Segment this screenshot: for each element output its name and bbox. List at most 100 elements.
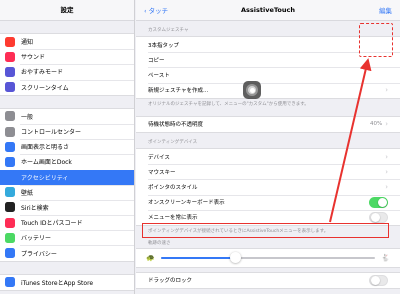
sidebar-item-label: コントロールセンター [21,129,82,137]
sidebar-item-label: アクセシビリティ [21,174,69,182]
switches-icon [5,126,15,137]
fingerprint-icon [5,217,15,228]
sidebar-item-label: スクリーンタイム [21,84,69,92]
turtle-icon: 🐢 [146,253,155,262]
display-icon [5,141,15,152]
devices-row[interactable]: デバイス › [136,149,400,164]
row-label: 待機状態時の不透明度 [148,122,204,129]
rabbit-icon: 🐇 [381,253,390,262]
gesture-paste[interactable]: ペースト [136,67,400,82]
sound-icon [5,51,15,62]
toggle-knob [378,197,387,207]
wallpaper-icon [5,187,15,198]
always-show-menu-toggle[interactable] [369,211,388,223]
moon-icon [5,66,15,77]
sidebar-group-2: 一般コントロールセンター 画面表示と明るさ ホーム画面とDock アクセシビリティ 壁紙… [0,107,134,262]
notification-icon [5,36,15,47]
create-new-gesture-row[interactable]: 新規ジェスチャを作成... › [136,82,400,98]
settings-sidebar: 設定 通知サウンドおやすみモード スクリーンタイム 一般コントロールセンター 画面表… [0,0,135,294]
idle-opacity-value: 40% [369,121,383,128]
sidebar-item[interactable]: 通知 [0,34,134,49]
custom-gestures-footer: オリジナルのジェスチャを記録して、メニューの"カスタム"から使用できます。 [148,101,309,107]
sidebar-item-label: おやすみモード [21,69,64,77]
sidebar-item[interactable]: 画面表示と明るさ [0,139,134,154]
toggle-knob [370,276,380,286]
row-label: ポインタのスタイル [148,184,198,191]
sidebar-item[interactable]: サウンド [0,49,134,64]
sidebar-item[interactable]: Touch IDとパスコード [0,215,134,230]
chevron-right-icon: › [385,167,388,176]
sidebar-item[interactable]: 一般 [0,109,134,124]
home-grid-icon [5,156,15,167]
sidebar-item-label: Touch IDとパスコード [21,220,83,228]
toggle-knob [370,213,380,223]
back-button[interactable]: ‹ タッチ [144,5,168,15]
onscreen-keyboard-row: オンスクリーンキーボード表示 [136,194,400,210]
pointer-style-row[interactable]: ポインタのスタイル › [136,179,400,194]
sidebar-item[interactable]: 壁紙 [0,184,134,200]
tracking-speed-group: 🐢 🐇 [136,247,400,268]
annotation-highlight-box [142,223,389,238]
tracking-speed-slider-row: 🐢 🐇 [136,248,400,267]
sidebar-item-label: バッテリー [21,235,52,243]
tracking-speed-slider[interactable] [160,252,376,264]
sidebar-item[interactable]: ホーム画面とDock [0,154,134,169]
sidebar-item[interactable]: バッテリー [0,230,134,245]
mouse-keys-row[interactable]: マウスキー › [136,164,400,179]
tracking-speed-header: 軌跡の速さ [148,240,171,246]
drag-lock-row: ドラッグのロック [136,273,400,288]
sidebar-item[interactable]: スクリーンタイム [0,79,134,95]
row-label: ペースト [148,72,170,79]
navigation-bar: ‹ タッチ AssistiveTouch 編集 [136,0,400,21]
row-label: デバイス [148,154,170,161]
accessibility-icon [5,172,15,183]
chevron-right-icon: › [385,86,388,95]
sidebar-item[interactable]: アクセシビリティ [0,169,134,185]
sidebar-item-label: 画面表示と明るさ [21,144,70,152]
row-label: マウスキー [148,169,176,176]
drag-lock-group: ドラッグのロック [136,271,400,290]
hourglass-icon [5,82,15,93]
idle-opacity-row[interactable]: 待機状態時の不透明度 40% › [136,117,400,132]
sidebar-group-1: 通知サウンドおやすみモード スクリーンタイム [0,33,134,96]
sidebar-item-label: 壁紙 [21,189,34,197]
sidebar-item[interactable]: コントロールセンター [0,123,134,139]
drag-lock-toggle[interactable] [369,274,388,286]
chevron-right-icon: › [385,182,388,191]
sidebar-item-label: iTunes StoreとApp Store [21,279,94,287]
sidebar-item-label: Siriと検索 [21,204,49,212]
chevron-right-icon: › [385,120,388,129]
sidebar-item[interactable]: プライバシー [0,245,134,260]
assistivetouch-ring-inner [249,87,255,93]
back-button-label: タッチ [148,7,169,15]
sidebar-item[interactable]: Siriと検索 [0,199,134,215]
sidebar-title: 設定 [0,0,134,21]
sidebar-item-label: ホーム画面とDock [21,159,72,167]
row-label: オンスクリーンキーボード表示 [148,200,225,207]
slider-thumb[interactable] [230,252,242,264]
sidebar-item[interactable]: iTunes StoreとApp Store [0,275,134,290]
onscreen-keyboard-toggle[interactable] [369,196,388,208]
annotation-dashed-box [359,23,393,57]
row-label: コピー [148,57,165,64]
row-label: 3本指タップ [148,42,179,49]
siri-icon [5,202,15,213]
row-label: 新規ジェスチャを作成... [148,88,209,95]
sidebar-item-label: サウンド [21,54,46,62]
app-store-icon [5,277,15,288]
hand-icon [5,248,15,259]
pointing-devices-group: デバイス › マウスキー › ポインタのスタイル › オンスクリーンキーボード表示 メ… [136,147,400,226]
pointing-devices-header: ポインティングデバイス [148,139,198,145]
sidebar-item[interactable]: おやすみモード [0,64,134,79]
sidebar-item-label: 一般 [21,113,34,121]
slider-fill [160,256,236,259]
battery-icon [5,232,15,243]
sidebar-group-3: iTunes StoreとApp Store [0,273,134,291]
gear-icon [5,111,15,122]
assistivetouch-floating-button[interactable] [243,81,261,99]
chevron-right-icon: › [385,152,388,161]
edit-button[interactable]: 編集 [379,5,392,15]
